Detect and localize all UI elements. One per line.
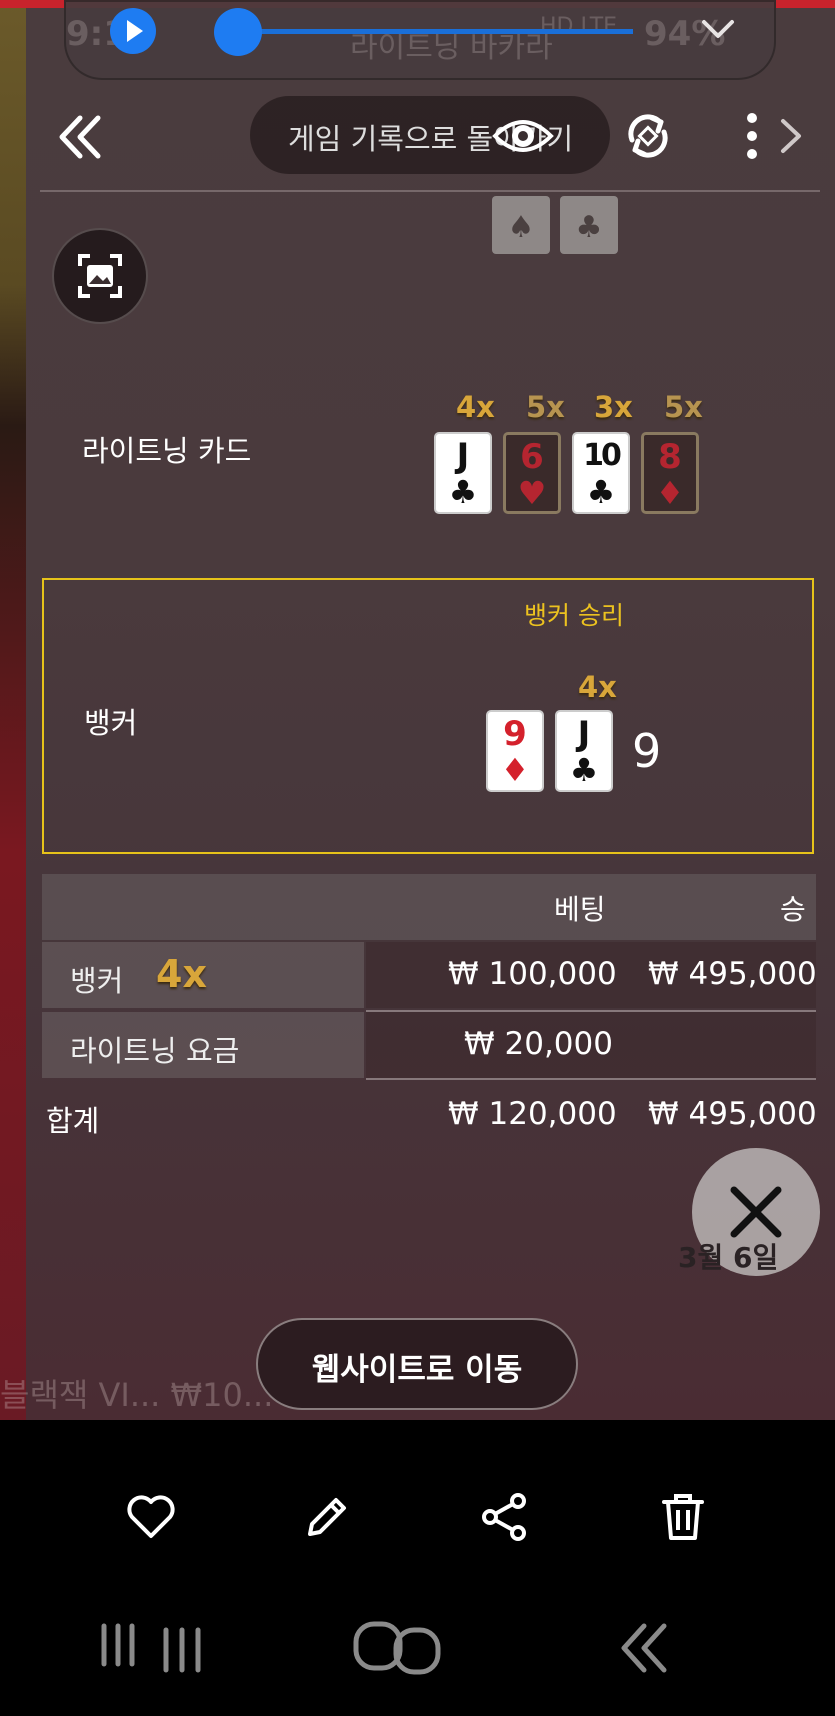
table-row-win: ₩ 495,000 [648, 956, 817, 992]
faded-card: ♣ [560, 196, 618, 254]
date-label: 3월 6일 [678, 1241, 779, 1274]
win-column-header: 승 [780, 893, 806, 926]
bet-column-header: 베팅 [554, 893, 606, 926]
more-vertical-icon[interactable] [740, 110, 764, 162]
go-to-website-button[interactable]: 웹사이트로 이동 [256, 1318, 578, 1410]
sync-icon[interactable] [622, 110, 674, 162]
bet-table-header [42, 874, 816, 940]
share-icon[interactable] [478, 1490, 532, 1544]
table-row-name: 라이트닝 요금 [70, 1034, 240, 1068]
capture-icon [78, 254, 122, 298]
banker-card: J ♣ [555, 710, 613, 792]
banker-card: 9 ♦ [486, 710, 544, 792]
table-row-multiplier: 4x [156, 952, 207, 996]
ghost-history-row: 블랙잭 VI... ₩10... [0, 1376, 274, 1414]
faded-card: ♠ [492, 196, 550, 254]
banker-win-label: 뱅커 승리 [524, 601, 624, 630]
lightning-multiplier: 5x [664, 390, 703, 424]
lightning-cards-label: 라이트닝 카드 [82, 434, 252, 468]
total-win: ₩ 495,000 [648, 1096, 817, 1132]
game-history-screen: 9:1 HD LTE 94% 라이트닝 바카라 게임 기록으로 돌아가기 ♠ ♣ [0, 0, 835, 1420]
background-strip [0, 0, 26, 1420]
screenshot-capture-button[interactable] [52, 228, 148, 324]
seek-track[interactable] [238, 29, 633, 34]
header-divider [40, 190, 820, 192]
table-row-name: 뱅커 [70, 964, 124, 998]
heart-icon[interactable] [124, 1490, 178, 1544]
banker-result-box [42, 578, 814, 854]
website-button-label: 웹사이트로 이동 [311, 1352, 523, 1388]
eye-icon[interactable] [492, 112, 554, 160]
lightning-card: 10 ♣ [572, 432, 630, 514]
total-label: 합계 [46, 1104, 100, 1138]
pencil-icon[interactable] [300, 1490, 354, 1544]
lightning-card: 6 ♥ [503, 432, 561, 514]
return-to-history-button[interactable]: 게임 기록으로 돌아가기 [250, 96, 610, 174]
back-icon[interactable] [616, 1620, 672, 1676]
lightning-multiplier: 4x [456, 390, 495, 424]
trash-icon[interactable] [656, 1490, 710, 1544]
table-row-bet: ₩ 100,000 [448, 956, 617, 992]
lightning-card: J ♣ [434, 432, 492, 514]
play-button[interactable] [110, 8, 156, 54]
seek-knob[interactable] [214, 8, 262, 56]
lightning-card: 8 ♦ [641, 432, 699, 514]
home-icon[interactable] [352, 1620, 442, 1676]
double-chevron-left-icon[interactable] [56, 112, 106, 162]
chevron-right-icon[interactable] [778, 118, 804, 154]
banker-multiplier: 4x [578, 670, 617, 704]
lightning-multiplier: 5x [526, 390, 565, 424]
table-row-bet: ₩ 20,000 [464, 1026, 613, 1062]
table-divider [366, 1078, 816, 1080]
lightning-multiplier: 3x [594, 390, 633, 424]
banker-score: 9 [632, 724, 662, 778]
total-bet: ₩ 120,000 [448, 1096, 617, 1132]
banker-label: 뱅커 [84, 706, 138, 740]
chevron-down-icon[interactable] [700, 14, 736, 44]
recent-apps-icon[interactable] [98, 1620, 208, 1676]
